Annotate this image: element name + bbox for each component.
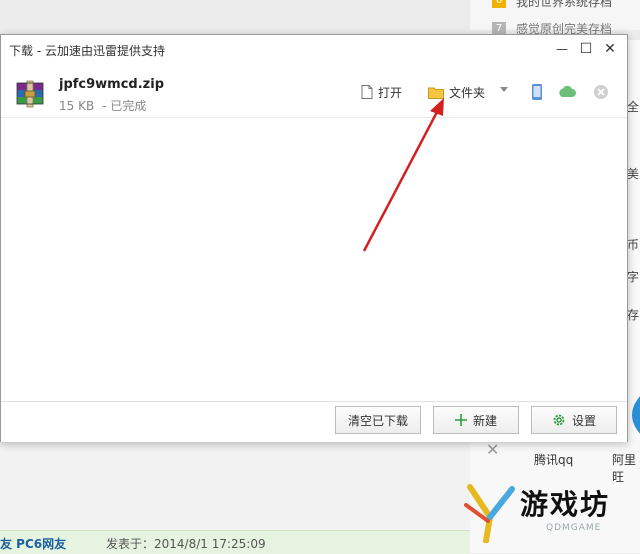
folder-dropdown-icon[interactable] [500, 87, 508, 92]
minimize-button[interactable]: — [552, 39, 572, 59]
zip-archive-icon [16, 80, 44, 108]
clear-label: 清空已下载 [347, 413, 408, 428]
settings-label: 设置 [571, 413, 596, 428]
title-bar[interactable]: 下载 - 云加速由迅雷提供支持 — ☐ ✕ [1, 35, 627, 63]
download-item-row[interactable]: jpfc9wmcd.zip 15 KB - 已完成 打开 文件夹 [1, 69, 627, 118]
download-status: - 已完成 [102, 99, 147, 113]
text-fragment: 全 [626, 100, 639, 114]
watermark-text: 游戏坊 [520, 488, 611, 521]
folder-label: 文件夹 [449, 85, 486, 100]
cloud-icon[interactable] [557, 82, 577, 102]
document-icon [361, 85, 373, 99]
delete-icon[interactable] [591, 82, 611, 102]
file-size: 15 KB [59, 99, 95, 113]
dialog-title: 下载 - 云加速由迅雷提供支持 [9, 44, 165, 58]
download-dialog: 下载 - 云加速由迅雷提供支持 — ☐ ✕ jpfc9wmcd.zip 15 K… [0, 34, 628, 442]
post-date: 发表于：2014/8/1 17:25:09 [106, 537, 266, 551]
folder-icon [428, 87, 444, 99]
post-meta-bar: 友 PC6网友 发表于：2014/8/1 17:25:09 [0, 530, 470, 554]
close-button[interactable]: ✕ [600, 39, 620, 59]
new-download-button[interactable]: 新建 [433, 406, 519, 434]
list-rank-badge: 6 [492, 0, 506, 8]
gear-icon [553, 414, 565, 426]
dialog-footer: 清空已下载 新建 设置 [1, 401, 627, 442]
watermark-logo: 游戏坊 QDMGAME [460, 475, 640, 550]
clear-downloaded-button[interactable]: 清空已下载 [335, 406, 421, 434]
watermark-subtext: QDMGAME [546, 523, 602, 533]
open-label: 打开 [378, 85, 403, 100]
open-folder-button[interactable]: 文件夹 [428, 82, 485, 102]
settings-button[interactable]: 设置 [531, 406, 617, 434]
file-meta: 15 KB - 已完成 [59, 97, 146, 114]
phone-transfer-icon[interactable] [527, 82, 547, 102]
list-item[interactable]: 我的世界系统存档 [516, 0, 612, 10]
file-name[interactable]: jpfc9wmcd.zip [59, 77, 164, 92]
logo-icon [464, 484, 515, 543]
post-author[interactable]: 友 PC6网友 [0, 535, 66, 552]
plus-icon [454, 414, 467, 426]
link-tencent-qq[interactable]: 腾讯qq [534, 451, 573, 468]
open-file-button[interactable]: 打开 [361, 82, 402, 102]
new-label: 新建 [472, 413, 497, 428]
maximize-button[interactable]: ☐ [576, 39, 596, 59]
close-icon[interactable]: ✕ [486, 440, 499, 459]
